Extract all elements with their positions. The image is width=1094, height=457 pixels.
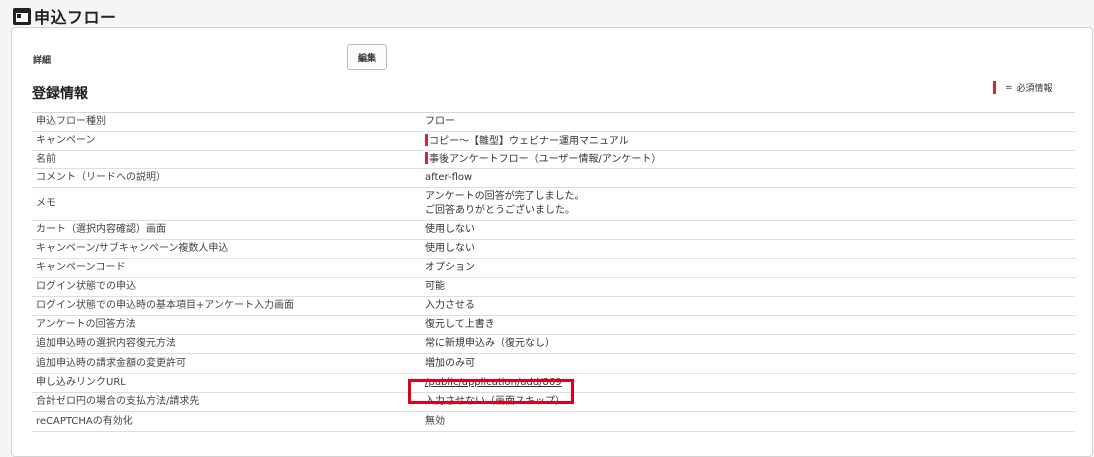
row-value: オプション	[423, 258, 1075, 278]
table-row: 追加申込時の選択内容復元方法 常に新規申込み（復元なし）	[32, 334, 1075, 354]
required-marker-icon	[993, 81, 996, 94]
row-label: アンケートの回答方法	[32, 315, 423, 335]
row-label: 合計ゼロ円の場合の支払方法/請求先	[32, 392, 423, 412]
row-label: 追加申込時の選択内容復元方法	[32, 334, 423, 354]
legend-text: 必須情報	[1016, 84, 1053, 94]
table-row: reCAPTCHAの有効化 無効	[32, 411, 1075, 432]
memo-line-1: アンケートの回答が完了しました。	[425, 191, 585, 202]
table-row: 追加申込時の請求金額の変更許可 増加のみ可	[32, 353, 1075, 374]
required-legend: = 必須情報	[993, 81, 1053, 94]
edit-button[interactable]: 編集	[347, 44, 387, 70]
row-label: 追加申込時の請求金額の変更許可	[32, 353, 423, 374]
row-label: reCAPTCHAの有効化	[32, 411, 423, 432]
row-value: 入力させる	[423, 296, 1075, 316]
table-row: カート（選択内容確認）画面 使用しない	[32, 220, 1075, 240]
row-label: カート（選択内容確認）画面	[32, 220, 423, 240]
url-highlight-box	[408, 379, 574, 404]
calendar-icon	[13, 7, 31, 25]
row-label: ログイン状態での申込時の基本項目+アンケート入力画面	[32, 296, 423, 316]
table-row: ログイン状態での申込 可能	[32, 277, 1075, 297]
section-title: 登録情報	[32, 86, 88, 102]
table-row: 申込フロー種別 フロー	[32, 112, 1075, 132]
row-label: メモ	[32, 187, 423, 221]
row-label: ログイン状態での申込	[32, 277, 423, 297]
table-row: ログイン状態での申込時の基本項目+アンケート入力画面 入力させる	[32, 296, 1075, 316]
memo-line-2: ご回答ありがとうございました。	[425, 205, 575, 216]
table-row: キャンペーン コピー～【雛型】ウェビナー運用マニュアル	[32, 131, 1075, 151]
row-value: 無効	[423, 411, 1075, 432]
legend-equals: =	[1005, 82, 1013, 93]
row-value: フロー	[423, 112, 1075, 132]
row-value: 常に新規申込み（復元なし）	[423, 334, 1075, 354]
row-label: 申し込みリンクURL	[32, 373, 423, 393]
row-label: キャンペーン	[32, 131, 423, 151]
row-label: 申込フロー種別	[32, 112, 423, 132]
row-label: 名前	[32, 150, 423, 169]
table-row: アンケートの回答方法 復元して上書き	[32, 315, 1075, 335]
row-label: コメント（リードへの説明）	[32, 168, 423, 188]
row-label: キャンペーン/サブキャンペーン複数人申込	[32, 239, 423, 259]
row-value: 増加のみ可	[423, 353, 1075, 374]
page-header: 申込フロー	[13, 5, 117, 27]
table-row: 名前 事後アンケートフロー（ユーザー情報/アンケート）	[32, 150, 1075, 169]
row-value: after-flow	[423, 168, 1075, 188]
table-row: キャンペーン/サブキャンペーン複数人申込 使用しない	[32, 239, 1075, 259]
row-value: コピー～【雛型】ウェビナー運用マニュアル	[429, 135, 629, 147]
row-value: 可能	[423, 277, 1075, 297]
row-label: キャンペーンコード	[32, 258, 423, 278]
row-value: 事後アンケートフロー（ユーザー情報/アンケート）	[429, 154, 662, 165]
row-value: 使用しない	[423, 220, 1075, 240]
table-row: キャンペーンコード オプション	[32, 258, 1075, 278]
required-marker-icon	[425, 152, 428, 164]
row-value: 復元して上書き	[423, 315, 1075, 335]
page-title: 申込フロー	[34, 8, 117, 27]
table-row: コメント（リードへの説明） after-flow	[32, 168, 1075, 188]
detail-label: 詳細	[33, 56, 52, 66]
table-row: メモ アンケートの回答が完了しました。 ご回答ありがとうございました。	[32, 187, 1075, 221]
required-marker-icon	[425, 133, 428, 146]
row-value: 使用しない	[423, 239, 1075, 259]
